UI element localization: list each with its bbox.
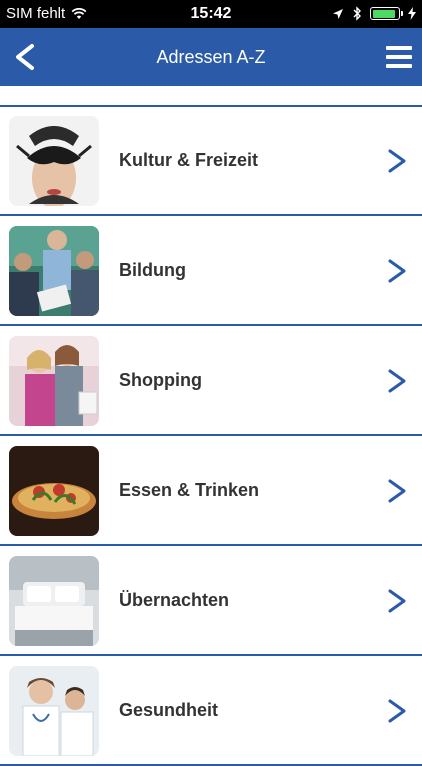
navigation-bar: Adressen A-Z	[0, 28, 422, 86]
charging-bolt-icon	[408, 7, 416, 20]
hamburger-menu-icon[interactable]	[386, 46, 412, 68]
list-item-kultur-freizeit[interactable]: Kultur & Freizeit	[0, 106, 422, 216]
shopping-thumbnail	[9, 336, 99, 426]
page-title: Adressen A-Z	[156, 47, 266, 67]
status-right	[332, 6, 416, 21]
hotel-bed-thumbnail	[9, 556, 99, 646]
chevron-right-icon	[388, 699, 406, 723]
chevron-right-icon	[388, 369, 406, 393]
list-item-shopping[interactable]: Shopping	[0, 326, 422, 436]
battery-icon	[370, 7, 403, 20]
category-label: Essen & Trinken	[119, 480, 260, 500]
status-bar: SIM fehlt 15:42	[0, 0, 422, 28]
list-item-uebernachten[interactable]: Übernachten	[0, 546, 422, 656]
classroom-thumbnail	[9, 226, 99, 316]
masquerade-mask-thumbnail	[9, 116, 99, 206]
category-label: Kultur & Freizeit	[119, 150, 259, 170]
category-label: Shopping	[119, 370, 202, 390]
bluetooth-icon	[353, 6, 361, 21]
pizza-thumbnail	[9, 446, 99, 536]
category-label: Übernachten	[119, 590, 230, 610]
location-arrow-icon	[333, 8, 343, 19]
chevron-right-icon	[388, 479, 406, 503]
list-item-essen-trinken[interactable]: Essen & Trinken	[0, 436, 422, 546]
list-item-bildung[interactable]: Bildung	[0, 216, 422, 326]
category-list: Kultur & Freizeit Bildung Shopping Essen…	[0, 106, 422, 766]
category-label: Gesundheit	[119, 700, 219, 720]
category-label: Bildung	[119, 260, 186, 280]
doctors-thumbnail	[9, 666, 99, 756]
chevron-right-icon	[388, 259, 406, 283]
chevron-right-icon	[388, 589, 406, 613]
chevron-right-icon	[388, 149, 406, 173]
